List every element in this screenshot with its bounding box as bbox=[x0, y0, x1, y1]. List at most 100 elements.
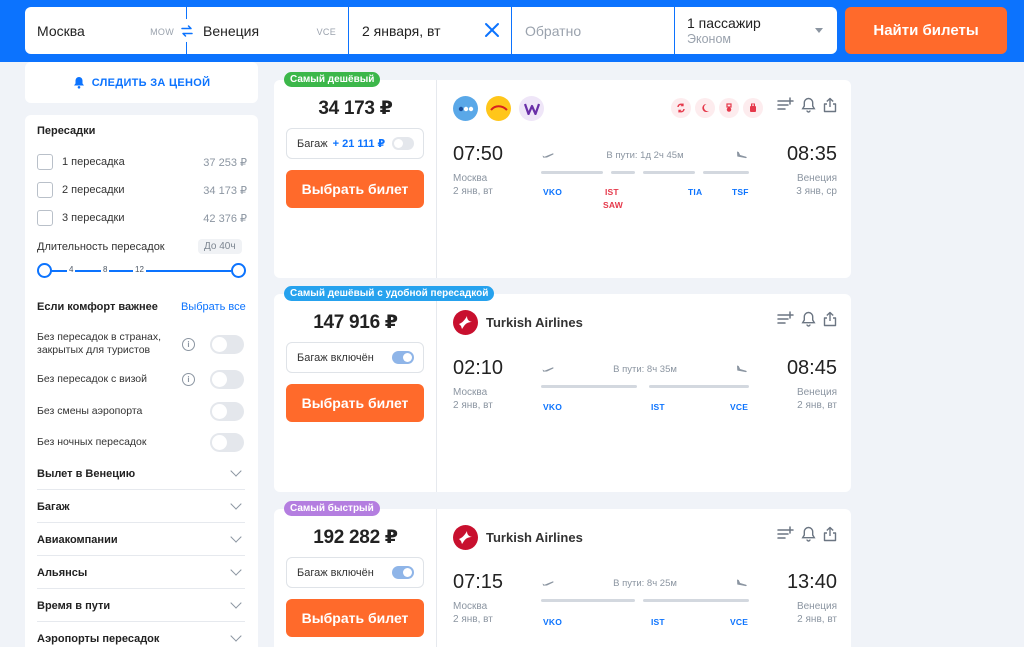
chevron-down-icon bbox=[230, 597, 242, 609]
choose-ticket-button[interactable]: Выбрать билет bbox=[286, 170, 424, 208]
add-to-list-icon[interactable] bbox=[777, 526, 794, 542]
bell-icon[interactable] bbox=[801, 311, 816, 327]
clear-icon[interactable] bbox=[483, 21, 501, 39]
baggage-label: Багаж включён bbox=[297, 566, 374, 579]
comfort-option: Без пересадок в странах, закрытых для ту… bbox=[37, 331, 247, 357]
filter-section-travel-time[interactable]: Время в пути bbox=[37, 590, 245, 622]
filter-section-transfer-airports[interactable]: Аэропорты пересадок bbox=[37, 623, 245, 647]
destination-field[interactable]: Венеция VCE bbox=[187, 7, 348, 54]
slider-tick: 4 bbox=[67, 265, 76, 274]
airport-change-icon[interactable] bbox=[671, 98, 691, 118]
airport-code[interactable]: VKO bbox=[543, 187, 562, 197]
airport-code[interactable]: VKO bbox=[543, 402, 562, 412]
stops-price: 34 173 ₽ bbox=[203, 184, 247, 197]
origin-field[interactable]: Москва MOW bbox=[25, 7, 186, 54]
baggage-option[interactable]: Багаж + 21 111 ₽ bbox=[286, 128, 424, 159]
departure-city: Москва bbox=[453, 601, 488, 612]
departure-date: 2 янв, вт bbox=[453, 400, 493, 411]
info-icon[interactable]: i bbox=[182, 338, 195, 351]
departure-date: 2 января, вт bbox=[362, 22, 441, 39]
passengers-field[interactable]: 1 пассажир Эконом bbox=[675, 7, 837, 54]
filter-section-baggage[interactable]: Багаж bbox=[37, 491, 245, 523]
airport-code[interactable]: TSF bbox=[732, 187, 749, 197]
airport-code[interactable]: VCE bbox=[730, 617, 748, 627]
cabin-class: Эконом bbox=[687, 32, 731, 46]
baggage-toggle[interactable] bbox=[392, 566, 414, 579]
stops-option[interactable]: 3 пересадки 42 376 ₽ bbox=[37, 209, 247, 227]
filter-section-alliances[interactable]: Альянсы bbox=[37, 557, 245, 589]
swap-button[interactable] bbox=[175, 19, 198, 42]
bell-icon[interactable] bbox=[801, 97, 816, 113]
ticket-card[interactable]: 34 173 ₽ Багаж + 21 111 ₽ Выбрать билет … bbox=[274, 80, 851, 278]
comfort-toggle[interactable] bbox=[210, 335, 244, 354]
share-icon[interactable] bbox=[823, 311, 837, 327]
add-to-list-icon[interactable] bbox=[777, 97, 794, 113]
stops-checkbox[interactable] bbox=[37, 182, 53, 198]
departure-place: Москва 2 янв, вт bbox=[453, 172, 493, 198]
choose-ticket-button[interactable]: Выбрать билет bbox=[286, 384, 424, 422]
airport-code[interactable]: VKO bbox=[543, 617, 562, 627]
comfort-toggle[interactable] bbox=[210, 402, 244, 421]
airport-code[interactable]: SAW bbox=[603, 200, 623, 210]
airline-name: Turkish Airlines bbox=[486, 315, 583, 330]
filter-section-departure[interactable]: Вылет в Венецию bbox=[37, 458, 245, 490]
baggage-option[interactable]: Багаж включён bbox=[286, 342, 424, 373]
select-all-link[interactable]: Выбрать все bbox=[181, 301, 246, 313]
comfort-toggle[interactable] bbox=[210, 370, 244, 389]
baggage-recheck-icon[interactable] bbox=[743, 98, 763, 118]
flight-duration: В пути: 8ч 25м bbox=[613, 578, 677, 589]
share-icon[interactable] bbox=[823, 526, 837, 542]
comfort-toggle[interactable] bbox=[210, 433, 244, 452]
slider-min-handle[interactable] bbox=[37, 263, 52, 278]
ticket-badge: Самый дешёвый с удобной пересадкой bbox=[284, 286, 495, 301]
stops-checkbox[interactable] bbox=[37, 154, 53, 170]
track-price-button[interactable]: СЛЕДИТЬ ЗА ЦЕНОЙ bbox=[25, 62, 258, 103]
departure-date-field[interactable]: 2 января, вт bbox=[349, 7, 511, 54]
find-tickets-button[interactable]: Найти билеты bbox=[845, 7, 1007, 54]
airline: Turkish Airlines bbox=[453, 310, 583, 335]
baggage-extra-price: + 21 111 ₽ bbox=[332, 138, 386, 150]
airport-code[interactable]: IST bbox=[651, 402, 665, 412]
baggage-toggle[interactable] bbox=[392, 137, 414, 150]
add-to-list-icon[interactable] bbox=[777, 311, 794, 327]
bell-icon[interactable] bbox=[801, 526, 816, 542]
choose-ticket-button[interactable]: Выбрать билет bbox=[286, 599, 424, 637]
stops-label: 2 пересадки bbox=[62, 184, 125, 196]
ticket-card[interactable]: 192 282 ₽ Багаж включён Выбрать билет Tu… bbox=[274, 509, 851, 647]
stops-checkbox[interactable] bbox=[37, 210, 53, 226]
comfort-label: Без пересадок в странах, закрытых для ту… bbox=[37, 331, 162, 356]
route-segments bbox=[541, 599, 749, 602]
departure-time: 02:10 bbox=[453, 357, 504, 379]
departure-place: Москва 2 янв, вт bbox=[453, 600, 493, 626]
stops-option[interactable]: 2 пересадки 34 173 ₽ bbox=[37, 181, 247, 199]
share-icon[interactable] bbox=[823, 97, 837, 113]
section-label: Вылет в Венецию bbox=[37, 467, 136, 480]
transfer-duration-slider[interactable]: 4 8 12 bbox=[37, 263, 246, 279]
info-icon[interactable]: i bbox=[182, 373, 195, 386]
stops-option[interactable]: 1 пересадка 37 253 ₽ bbox=[37, 153, 247, 171]
route-segment bbox=[643, 171, 695, 174]
departure-time: 07:50 bbox=[453, 143, 504, 165]
baggage-toggle[interactable] bbox=[392, 351, 414, 364]
baggage-label: Багаж включён bbox=[297, 351, 374, 364]
route-segments bbox=[541, 171, 749, 174]
visa-icon[interactable] bbox=[719, 98, 739, 118]
airline-logos bbox=[453, 96, 552, 121]
route-segments bbox=[541, 385, 749, 388]
turkish-airlines-logo bbox=[453, 310, 478, 335]
airport-code[interactable]: IST bbox=[651, 617, 665, 627]
airline-logo bbox=[453, 96, 478, 121]
plane-landing-icon bbox=[736, 151, 748, 160]
flight-duration: В пути: 8ч 35м bbox=[613, 364, 677, 375]
night-transfer-icon[interactable] bbox=[695, 98, 715, 118]
ticket-card[interactable]: 147 916 ₽ Багаж включён Выбрать билет Tu… bbox=[274, 294, 851, 492]
ticket-warning-tags bbox=[671, 98, 767, 118]
baggage-option[interactable]: Багаж включён bbox=[286, 557, 424, 588]
airline-name: Turkish Airlines bbox=[486, 530, 583, 545]
slider-max-handle[interactable] bbox=[231, 263, 246, 278]
airport-code[interactable]: TIA bbox=[688, 187, 702, 197]
return-date-field[interactable]: Обратно bbox=[512, 7, 674, 54]
airport-code[interactable]: VCE bbox=[730, 402, 748, 412]
airport-code[interactable]: IST bbox=[605, 187, 619, 197]
filter-section-airlines[interactable]: Авиакомпании bbox=[37, 524, 245, 556]
